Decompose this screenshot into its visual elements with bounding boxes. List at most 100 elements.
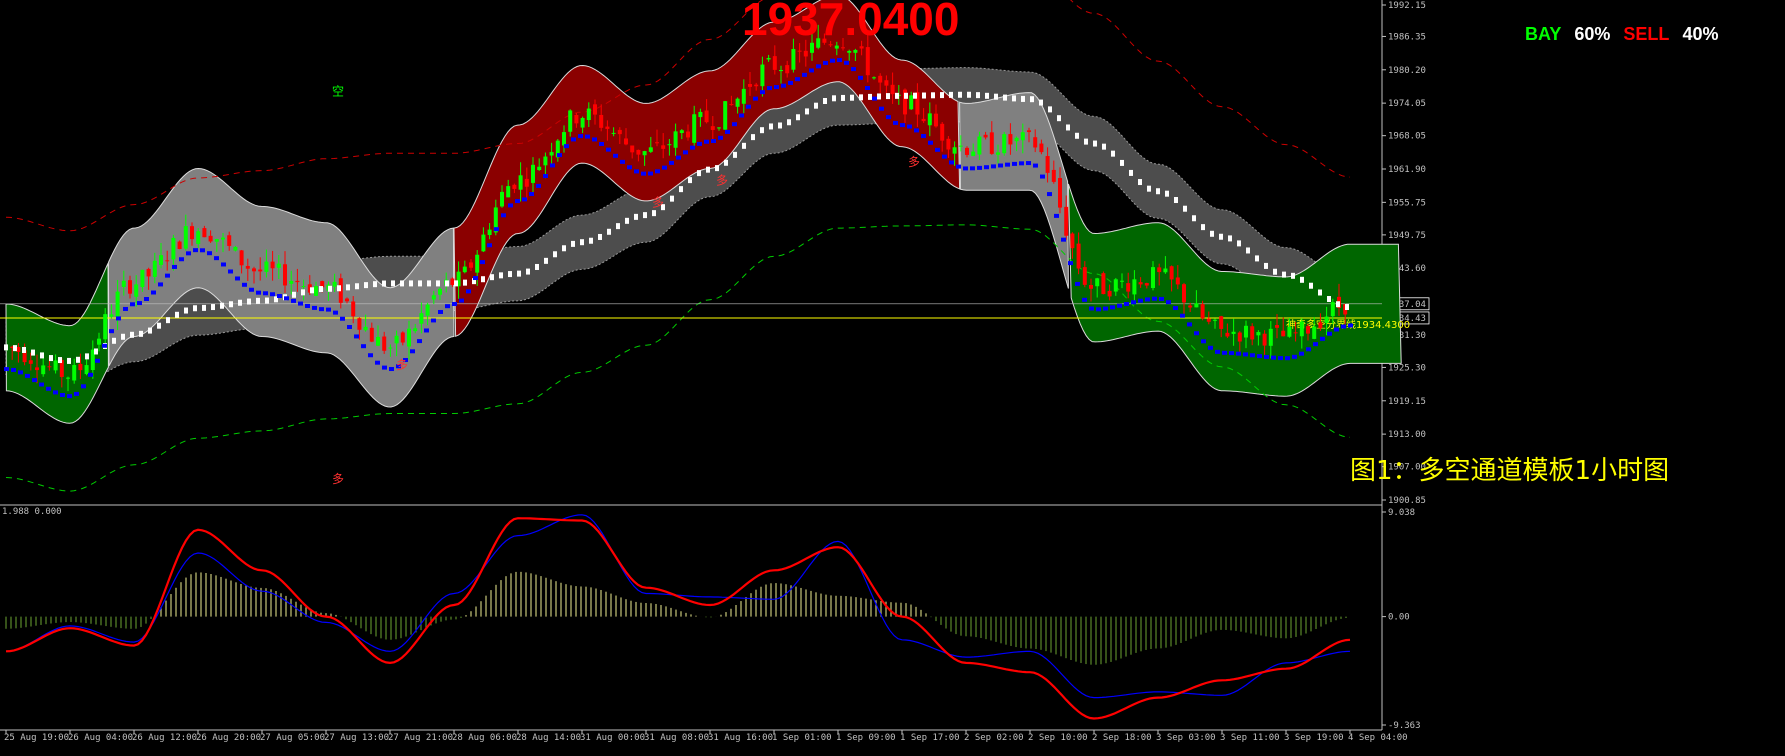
signal-line-dot bbox=[74, 391, 79, 396]
channel-midline-dot bbox=[976, 92, 980, 99]
candle-body bbox=[704, 110, 709, 123]
bay-value: 60% bbox=[1574, 24, 1611, 44]
candle-body bbox=[642, 151, 647, 156]
candle-body bbox=[965, 147, 969, 155]
channel-midline-dot bbox=[517, 270, 521, 277]
channel-midline-dot bbox=[454, 280, 458, 287]
channel-midline-dot bbox=[1075, 132, 1079, 139]
candle-body bbox=[679, 130, 684, 134]
channel-midline-dot bbox=[1273, 268, 1277, 275]
candle-body bbox=[1020, 132, 1025, 141]
signal-line-dot bbox=[249, 287, 254, 292]
signal-line-dot bbox=[144, 297, 149, 302]
candle-body bbox=[648, 147, 653, 152]
price-axis-label: 1961.90 bbox=[1388, 165, 1426, 175]
candle-body bbox=[580, 117, 585, 128]
chart-caption: 图1：多空通道模板1小时图 bbox=[1350, 456, 1670, 486]
channel-midline-dot bbox=[463, 279, 467, 286]
signal-line-dot bbox=[718, 135, 723, 140]
signal-line-dot bbox=[1264, 354, 1269, 359]
candle-body bbox=[1293, 332, 1298, 334]
candle-body bbox=[834, 45, 839, 49]
channel-midline-dot bbox=[589, 237, 593, 244]
candle-body bbox=[72, 365, 77, 381]
candle-body bbox=[1262, 333, 1267, 346]
candle-body bbox=[438, 288, 442, 295]
signal-line-dot bbox=[18, 370, 23, 375]
candle-body bbox=[512, 184, 517, 189]
signal-line-dot bbox=[284, 296, 289, 301]
signal-line-dot bbox=[60, 393, 65, 398]
candle-body bbox=[872, 77, 876, 79]
signal-line-dot bbox=[172, 264, 177, 269]
candle-body bbox=[797, 50, 802, 52]
candle-body bbox=[605, 126, 610, 129]
candle-body bbox=[946, 138, 951, 150]
channel-midline-dot bbox=[697, 170, 701, 177]
signal-line-dot bbox=[697, 141, 702, 146]
candle-body bbox=[921, 118, 926, 122]
candle-body bbox=[351, 301, 356, 317]
channel-midline-dot bbox=[490, 274, 494, 281]
signal-line-dot bbox=[1313, 342, 1318, 347]
candle-body bbox=[500, 191, 504, 207]
signal-line-dot bbox=[802, 72, 807, 77]
channel-midline-dot bbox=[616, 223, 620, 230]
candle-body bbox=[1138, 282, 1143, 285]
candle-body bbox=[66, 377, 70, 379]
candle-body bbox=[196, 231, 201, 244]
signal-line-dot bbox=[1173, 306, 1178, 311]
signal-line-dot bbox=[998, 163, 1003, 168]
channel-midline-dot bbox=[436, 280, 440, 287]
signal-line-dot bbox=[865, 85, 870, 90]
signal-line-dot bbox=[11, 367, 16, 372]
signal-line-dot bbox=[991, 164, 996, 169]
candle-body bbox=[878, 75, 883, 83]
signal-line-dot bbox=[25, 373, 30, 378]
candle-body bbox=[1163, 268, 1168, 273]
osc-fast-line bbox=[5, 514, 1351, 699]
signal-line-dot bbox=[753, 96, 758, 101]
candle-body bbox=[735, 98, 740, 107]
signal-line-dot bbox=[193, 248, 198, 253]
signal-line-dot bbox=[557, 153, 562, 158]
signal-line-dot bbox=[886, 115, 891, 120]
candle-body bbox=[258, 269, 263, 272]
signal-line-dot bbox=[263, 291, 268, 296]
channel-midline-dot bbox=[769, 123, 773, 130]
signal-line-dot bbox=[809, 68, 814, 73]
signal-line-dot bbox=[494, 227, 499, 232]
channel-midline-dot bbox=[841, 94, 845, 101]
signal-line-dot bbox=[942, 154, 947, 159]
candle-body bbox=[332, 281, 337, 287]
signal-line-dot bbox=[109, 329, 114, 334]
signal-line-dot bbox=[1222, 350, 1227, 355]
candle-body bbox=[233, 246, 238, 251]
signal-line-dot bbox=[508, 203, 513, 208]
signal-line-dot bbox=[543, 174, 548, 179]
candle-body bbox=[1095, 278, 1100, 287]
candle-body bbox=[264, 261, 269, 272]
channel-midline-dot bbox=[886, 93, 890, 100]
channel-midline-dot bbox=[553, 251, 557, 258]
candle-body bbox=[599, 114, 604, 128]
candle-body bbox=[1008, 134, 1013, 145]
signal-line-dot bbox=[200, 248, 205, 253]
candle-body bbox=[35, 367, 39, 371]
candle-body bbox=[400, 332, 405, 343]
osc-slow-line bbox=[5, 517, 1351, 720]
time-axis-label: 1 Sep 17:00 bbox=[900, 733, 960, 743]
channel-midline-dot bbox=[1300, 276, 1304, 283]
candle-body bbox=[586, 108, 591, 121]
signal-line-dot bbox=[235, 276, 240, 281]
candle-body bbox=[270, 261, 275, 269]
channel-midline-dot bbox=[778, 122, 782, 129]
candle-body bbox=[1014, 137, 1019, 142]
candle-body bbox=[934, 113, 938, 127]
channel-midline-dot bbox=[1282, 271, 1286, 278]
signal-line-dot bbox=[1299, 351, 1304, 356]
signal-line-dot bbox=[116, 316, 121, 321]
channel-midline-dot bbox=[256, 297, 260, 304]
candle-body bbox=[78, 363, 83, 371]
candle-body bbox=[1107, 290, 1112, 297]
